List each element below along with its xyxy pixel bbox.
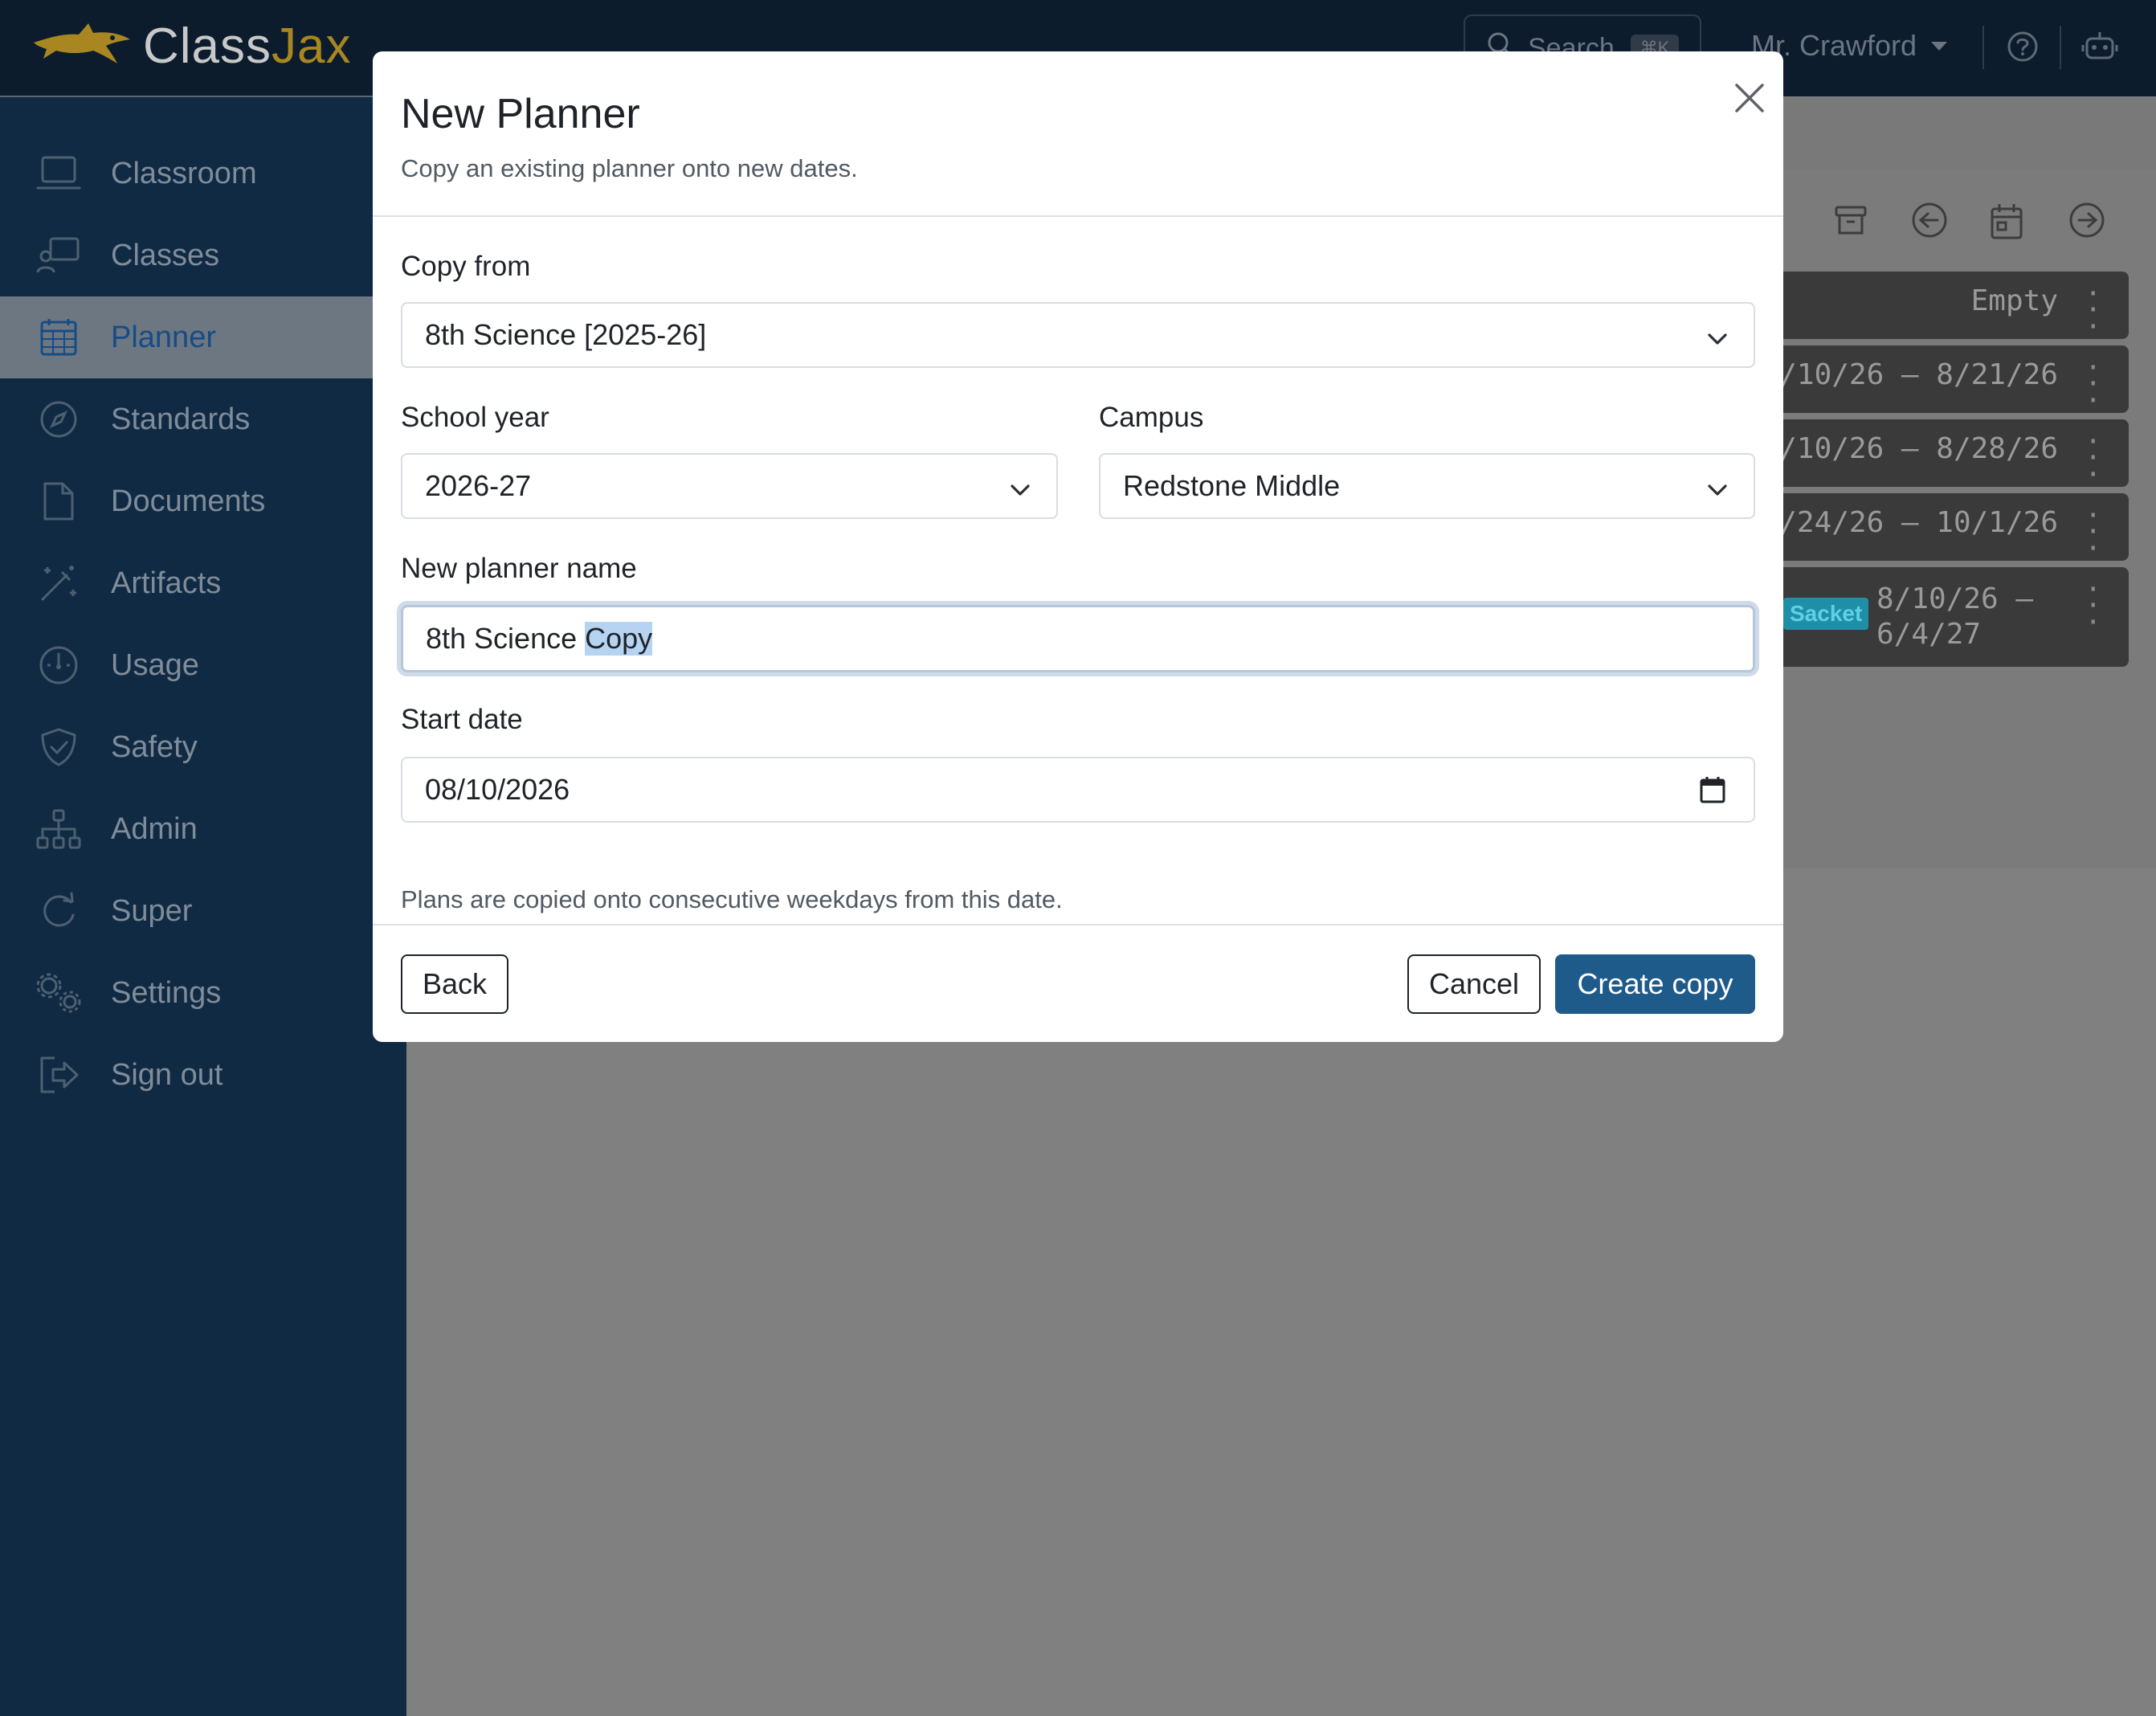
refresh-icon <box>34 886 84 936</box>
sidebar-item-settings[interactable]: Settings <box>0 952 406 1034</box>
magic-wand-icon <box>34 558 84 608</box>
cancel-button[interactable]: Cancel <box>1407 954 1541 1014</box>
create-copy-button[interactable]: Create copy <box>1555 954 1755 1014</box>
planner-row[interactable]: Sacket 8/10/26 –6/4/27 · · · <box>1767 567 2129 667</box>
sidebar-item-label: Usage <box>111 648 199 682</box>
start-date-input[interactable]: 08/10/2026 <box>401 757 1755 823</box>
file-icon <box>34 476 84 526</box>
planner-dates: /10/26 – 8/28/26 <box>1779 432 2058 465</box>
planner-row[interactable]: Empty · · · <box>1767 272 2129 341</box>
planner-row[interactable]: /10/26 – 8/28/26 · · · <box>1767 419 2129 488</box>
sidebar-item-planner[interactable]: Planner <box>0 296 406 378</box>
divider <box>1982 26 1984 69</box>
copy-from-value: 8th Science [2025-26] <box>425 318 707 351</box>
org-chart-icon <box>34 804 84 854</box>
sidebar-item-admin[interactable]: Admin <box>0 788 406 870</box>
chevron-down-icon <box>1008 476 1032 509</box>
sidebar: Classroom Classes Planner Standards Docu… <box>0 97 406 1716</box>
kebab-menu-icon[interactable]: · · · <box>2085 280 2101 341</box>
sidebar-item-label: Classes <box>111 238 220 272</box>
sidebar-item-usage[interactable]: Usage <box>0 624 406 706</box>
sidebar-item-label: Classroom <box>111 156 257 190</box>
caret-down-icon <box>1931 41 1948 51</box>
back-button[interactable]: Back <box>401 954 508 1014</box>
header-divider <box>373 215 1783 217</box>
sign-out-icon <box>34 1050 84 1100</box>
teacher-badge: Sacket <box>1783 598 1869 630</box>
shield-check-icon <box>34 722 84 772</box>
planner-dates: Empty <box>1970 284 2058 317</box>
copy-from-label: Copy from <box>401 251 531 282</box>
jackal-logo-icon <box>32 18 132 74</box>
planner-row[interactable]: /24/26 – 10/1/26 · · · <box>1767 493 2129 562</box>
archive-icon[interactable] <box>1833 202 1868 242</box>
planner-name-selected-text: Copy <box>585 622 653 656</box>
planner-name-input[interactable]: 8th Science Copy <box>401 605 1755 672</box>
sidebar-item-standards[interactable]: Standards <box>0 378 406 460</box>
sidebar-item-sign-out[interactable]: Sign out <box>0 1034 406 1116</box>
kebab-menu-icon[interactable]: · · · <box>2085 428 2101 488</box>
speedometer-icon <box>34 640 84 690</box>
sidebar-item-label: Artifacts <box>111 566 222 600</box>
sidebar-item-label: Documents <box>111 484 266 518</box>
start-date-help: Plans are copied onto consecutive weekda… <box>401 885 1063 913</box>
dialog-title: New Planner <box>401 91 640 137</box>
new-planner-dialog: New Planner Copy an existing planner ont… <box>373 51 1783 1042</box>
sidebar-item-label: Sign out <box>111 1057 223 1092</box>
sidebar-item-classes[interactable]: Classes <box>0 214 406 296</box>
school-year-value: 2026-27 <box>425 469 532 502</box>
chevron-down-icon <box>1705 476 1729 509</box>
close-icon <box>1732 80 1767 120</box>
sidebar-item-safety[interactable]: Safety <box>0 706 406 788</box>
chevron-down-icon <box>1705 325 1729 358</box>
calendar-icon[interactable] <box>1989 202 2024 245</box>
school-year-label: School year <box>401 402 549 433</box>
import-icon[interactable] <box>1910 202 1949 245</box>
sidebar-item-documents[interactable]: Documents <box>0 460 406 542</box>
dialog-subtitle: Copy an existing planner onto new dates. <box>401 154 858 182</box>
close-button[interactable] <box>1724 74 1775 125</box>
campus-select[interactable]: Redstone Middle <box>1099 453 1755 519</box>
sidebar-item-label: Safety <box>111 729 198 764</box>
sidebar-item-label: Standards <box>111 402 251 436</box>
planner-name-text: 8th Science <box>426 622 578 655</box>
calendar-picker-icon[interactable] <box>1699 776 1726 812</box>
campus-value: Redstone Middle <box>1123 469 1341 502</box>
footer-divider <box>373 924 1783 925</box>
planner-dates: 8/10/26 –6/4/27 <box>1876 582 2034 651</box>
app-logo[interactable]: ClassJax <box>32 18 352 75</box>
planner-row[interactable]: /10/26 – 8/21/26 · · · <box>1767 345 2129 415</box>
sidebar-item-label: Super <box>111 893 193 928</box>
laptop-icon <box>34 149 84 198</box>
school-year-select[interactable]: 2026-27 <box>401 453 1058 519</box>
kebab-menu-icon[interactable]: · · · <box>2085 576 2101 636</box>
kebab-menu-icon[interactable]: · · · <box>2085 502 2101 562</box>
start-date-value: 08/10/2026 <box>425 773 570 806</box>
sidebar-item-label: Planner <box>111 320 216 354</box>
help-icon[interactable] <box>2005 29 2040 68</box>
compass-icon <box>34 394 84 444</box>
sidebar-item-classroom[interactable]: Classroom <box>0 133 406 214</box>
sidebar-item-label: Settings <box>111 975 222 1010</box>
campus-label: Campus <box>1099 402 1204 433</box>
divider <box>2060 26 2061 69</box>
kebab-menu-icon[interactable]: · · · <box>2085 354 2101 415</box>
app-name: ClassJax <box>143 18 352 74</box>
presenter-icon <box>34 231 84 280</box>
sidebar-item-label: Admin <box>111 811 198 846</box>
start-date-label: Start date <box>401 704 523 735</box>
planner-dates: /10/26 – 8/21/26 <box>1779 358 2058 391</box>
export-icon[interactable] <box>2068 202 2106 245</box>
calendar-grid-icon <box>34 313 84 362</box>
planner-name-label: New planner name <box>401 553 637 584</box>
sidebar-item-artifacts[interactable]: Artifacts <box>0 542 406 624</box>
gears-icon <box>34 968 84 1018</box>
sidebar-item-super[interactable]: Super <box>0 870 406 952</box>
copy-from-select[interactable]: 8th Science [2025-26] <box>401 302 1755 368</box>
robot-icon[interactable] <box>2080 29 2119 68</box>
planner-dates: /24/26 – 10/1/26 <box>1779 506 2058 539</box>
